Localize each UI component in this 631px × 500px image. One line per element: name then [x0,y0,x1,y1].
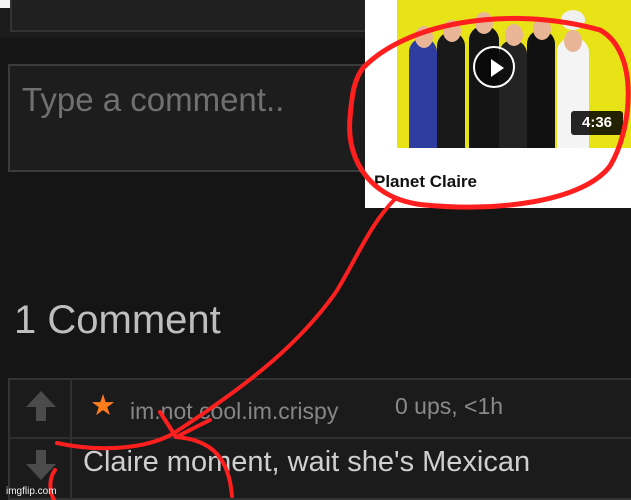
band-member-head [475,12,493,34]
play-icon[interactable] [473,46,515,88]
comment-divider [10,437,631,439]
previous-content-strip [0,0,369,38]
up-arrow-head [26,391,56,407]
comment-text: Claire moment, wait she's Mexican [83,446,531,478]
band-member [527,30,555,148]
band-member [409,38,437,148]
comment-username[interactable]: im.not.cool.im.crispy [130,398,338,425]
comment-item: ★ im.not.cool.im.crispy 0 ups, <1h Clair… [8,378,631,500]
band-member-head [505,24,523,46]
band-member-head [564,30,582,52]
band-member-head [415,26,433,48]
band-member-head [533,18,551,40]
band-member [437,32,465,148]
video-thumbnail[interactable]: 4:36 [365,0,631,148]
down-arrow-stem [36,450,46,465]
imgflip-watermark: imgflip.com [6,486,57,497]
comment-placeholder: Type a comment.. [22,81,285,118]
band-member-head [443,20,461,42]
up-arrow-stem [36,406,46,421]
comment-count: 1 Comment [14,298,221,342]
video-title[interactable]: Planet Claire [374,172,477,192]
star-icon: ★ [90,390,116,422]
video-card[interactable]: 4:36 Planet Claire [365,0,631,208]
previous-panel [10,0,369,32]
down-arrow-icon[interactable] [26,450,56,480]
meme-screenshot: Type a comment.. 4:36 Planet Claire 1 Co… [0,0,631,500]
up-arrow-icon[interactable] [26,391,56,421]
band-member-hat [561,10,585,30]
comment-meta: 0 ups, <1h [395,393,504,419]
down-arrow-head [26,464,56,480]
vote-controls [10,380,72,500]
video-duration: 4:36 [571,111,623,135]
